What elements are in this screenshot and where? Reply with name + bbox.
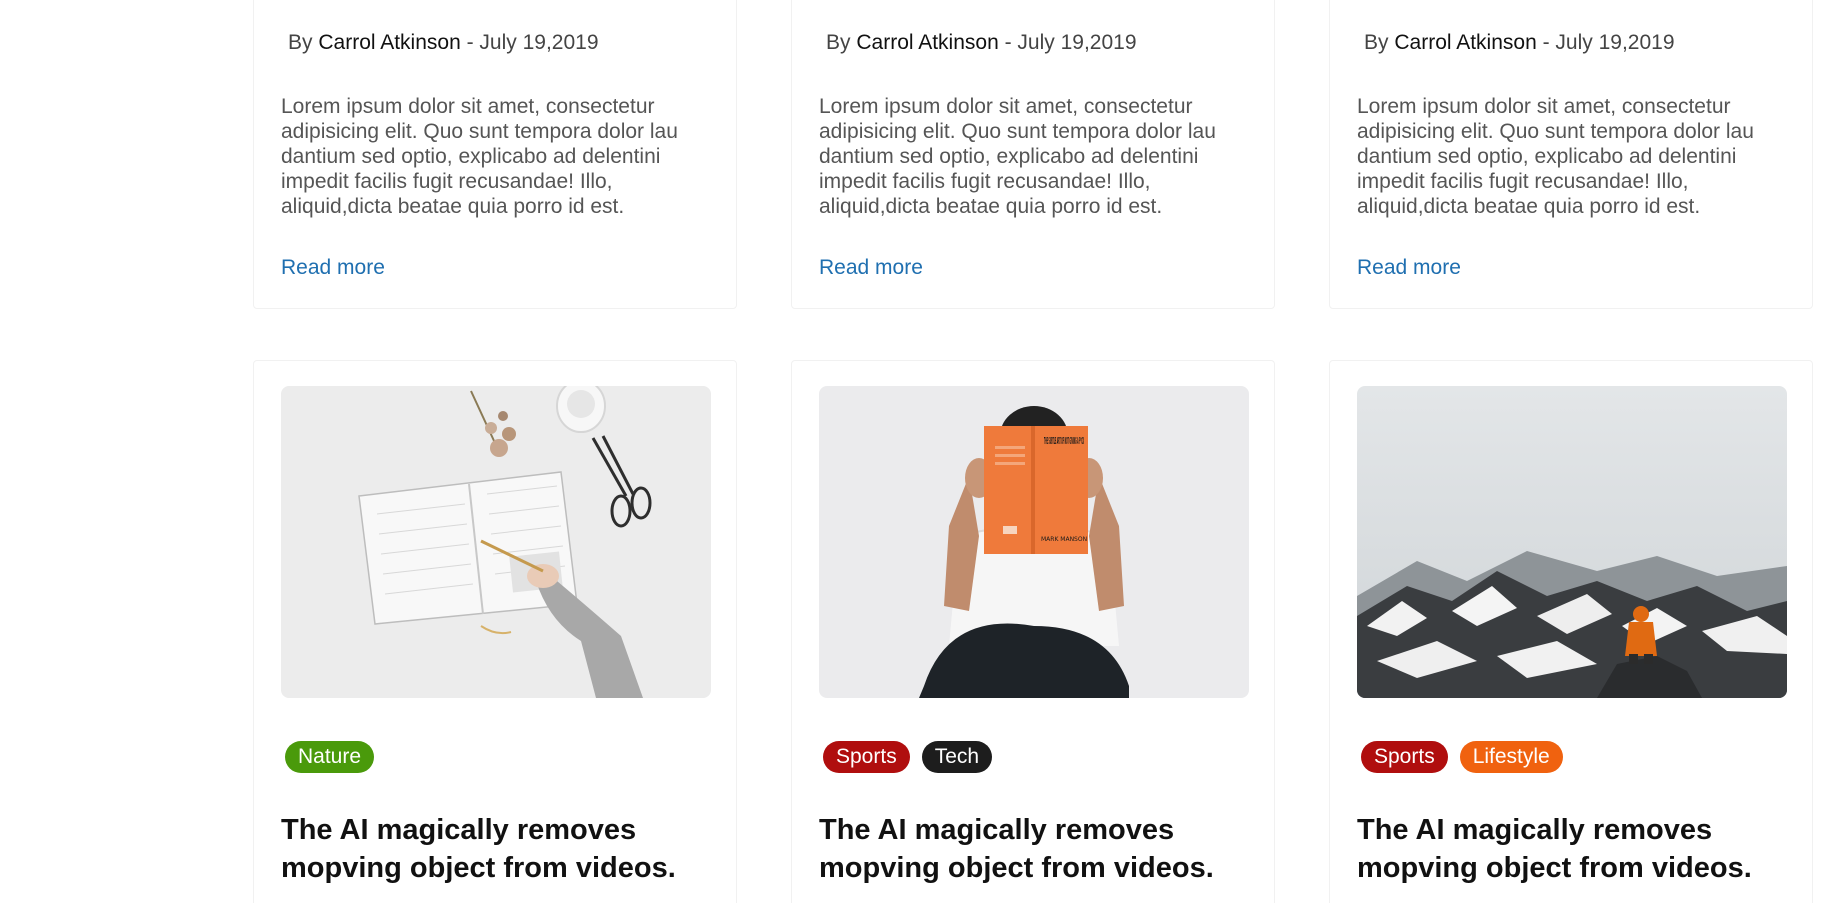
meta-by: By <box>826 31 851 54</box>
tag-list: Sports Tech <box>823 741 993 773</box>
read-more-link[interactable]: Read more <box>1357 256 1461 280</box>
author-name[interactable]: Carrol Atkinson <box>856 31 998 54</box>
post-date: - July 19,2019 <box>1542 31 1675 54</box>
post-excerpt: Lorem ipsum dolor sit amet, consectetur … <box>1357 95 1754 218</box>
post-date: - July 19,2019 <box>1004 31 1137 54</box>
meta-by: By <box>288 31 313 54</box>
book-title-line: THE SUBTLE ART OF NOT GIVING A F*CK <box>1044 436 1084 447</box>
post-thumbnail[interactable]: THE SUBTLE ART OF NOT GIVING A F*CK MARK… <box>819 386 1249 698</box>
blog-card: By Carrol Atkinson - July 19,2019 Lorem … <box>253 0 737 309</box>
post-excerpt: Lorem ipsum dolor sit amet, consectetur … <box>819 95 1216 218</box>
author-name[interactable]: Carrol Atkinson <box>1394 31 1536 54</box>
author-name[interactable]: Carrol Atkinson <box>318 31 460 54</box>
tag-list: Sports Lifestyle <box>1361 741 1563 773</box>
post-title[interactable]: The AI magically removes mopving object … <box>819 811 1259 887</box>
post-thumbnail[interactable] <box>1357 386 1787 698</box>
tag-lifestyle[interactable]: Lifestyle <box>1459 741 1563 773</box>
blog-grid: By Carrol Atkinson - July 19,2019 Lorem … <box>0 0 1827 903</box>
blog-card: Nature The AI magically removes mopving … <box>253 360 737 903</box>
read-more-link[interactable]: Read more <box>819 256 923 280</box>
post-meta: By Carrol Atkinson - July 19,2019 <box>1364 31 1675 55</box>
meta-by: By <box>1364 31 1389 54</box>
notebook-writing-photo <box>281 386 711 698</box>
post-meta: By Carrol Atkinson - July 19,2019 <box>288 31 599 55</box>
blog-card: By Carrol Atkinson - July 19,2019 Lorem … <box>1329 0 1813 309</box>
tag-list: Nature <box>285 741 375 773</box>
blog-card: THE SUBTLE ART OF NOT GIVING A F*CK MARK… <box>791 360 1275 903</box>
post-excerpt: Lorem ipsum dolor sit amet, consectetur … <box>281 95 678 218</box>
tag-sports[interactable]: Sports <box>823 741 910 773</box>
book-author: MARK MANSON <box>1041 536 1087 543</box>
post-title[interactable]: The AI magically removes mopving object … <box>281 811 721 887</box>
tag-tech[interactable]: Tech <box>921 741 993 773</box>
post-meta: By Carrol Atkinson - July 19,2019 <box>826 31 1137 55</box>
post-date: - July 19,2019 <box>466 31 599 54</box>
tag-sports[interactable]: Sports <box>1361 741 1448 773</box>
blog-card: By Carrol Atkinson - July 19,2019 Lorem … <box>791 0 1275 309</box>
read-more-link[interactable]: Read more <box>281 256 385 280</box>
post-thumbnail[interactable] <box>281 386 711 698</box>
snowy-mountain-hiker-photo <box>1357 386 1787 698</box>
tag-nature[interactable]: Nature <box>285 741 375 773</box>
post-title[interactable]: The AI magically removes mopving object … <box>1357 811 1797 887</box>
man-reading-book-photo: THE SUBTLE ART OF NOT GIVING A F*CK MARK… <box>819 386 1249 698</box>
blog-card: Sports Lifestyle The AI magically remove… <box>1329 360 1813 903</box>
